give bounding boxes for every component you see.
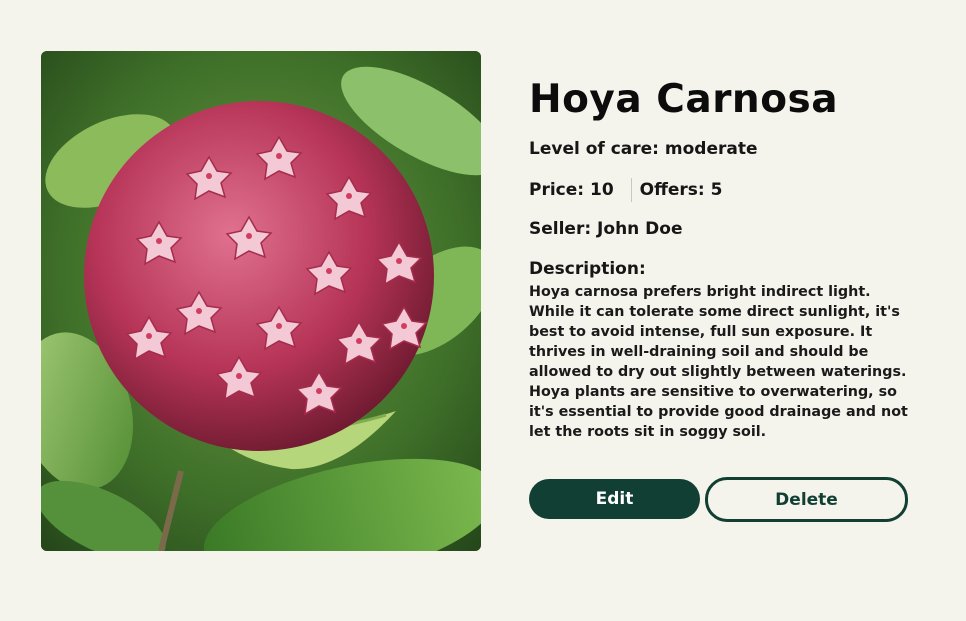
price: Price: 10 [529,180,614,200]
delete-button[interactable]: Delete [705,477,908,522]
plant-details: Hoya Carnosa Level of care: moderate Pri… [529,76,919,440]
plant-image [41,51,481,551]
divider [630,178,632,202]
plant-name: Hoya Carnosa [529,77,839,122]
offers: Offers: 5 [639,180,723,200]
price-offers-row: Price: 10 Offers: 5 [529,178,722,202]
plant-photo [41,51,481,551]
action-buttons: Edit Delete [529,477,909,522]
description-text: Hoya carnosa prefers bright indirect lig… [529,284,908,440]
care-level: Level of care: moderate [529,139,758,159]
seller: Seller: John Doe [529,219,683,239]
edit-button[interactable]: Edit [529,479,700,519]
description-heading: Description: [529,259,646,279]
